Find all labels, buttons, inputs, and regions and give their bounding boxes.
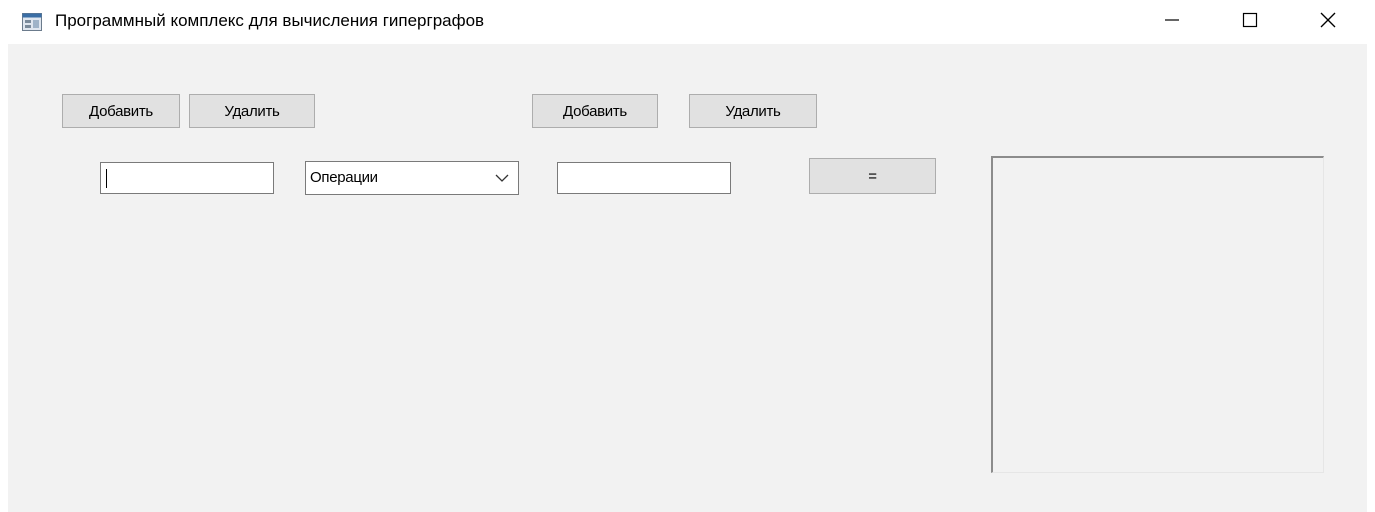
minimize-button[interactable]: [1134, 0, 1210, 44]
result-listbox[interactable]: [991, 156, 1324, 473]
right-add-button[interactable]: Добавить: [532, 94, 658, 128]
left-add-button[interactable]: Добавить: [62, 94, 180, 128]
close-icon: [1320, 12, 1336, 33]
minimize-icon: [1164, 12, 1180, 33]
chevron-down-icon: [494, 171, 510, 185]
title-bar[interactable]: Программный комплекс для вычисления гипе…: [0, 0, 1375, 44]
right-remove-button[interactable]: Удалить: [689, 94, 817, 128]
equals-button[interactable]: =: [809, 158, 936, 194]
operations-selected-value: Операции: [310, 169, 378, 186]
left-operand-input[interactable]: [100, 162, 274, 194]
app-icon: [22, 13, 42, 31]
form-client-area: Добавить Удалить Добавить Удалить Операц…: [8, 44, 1367, 512]
window-title: Программный комплекс для вычисления гипе…: [55, 11, 485, 30]
close-button[interactable]: [1290, 0, 1366, 44]
main-window: Программный комплекс для вычисления гипе…: [0, 0, 1375, 512]
operations-select[interactable]: Операции: [305, 161, 519, 195]
right-operand-input[interactable]: [557, 162, 731, 194]
maximize-button[interactable]: [1212, 0, 1288, 44]
text-caret: [106, 169, 107, 188]
maximize-icon: [1242, 12, 1258, 33]
left-remove-button[interactable]: Удалить: [189, 94, 315, 128]
